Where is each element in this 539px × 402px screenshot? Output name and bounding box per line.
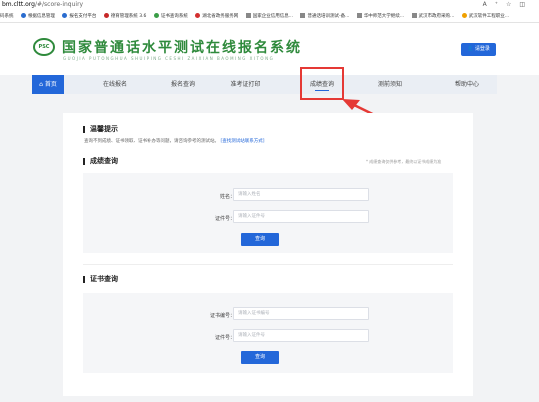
bookmark-item[interactable]: 普通话培训测试-备... [300, 10, 349, 22]
bookmark-item[interactable]: 根据信息管理 [20, 10, 55, 22]
cert-query-title: 证书查询 [83, 276, 118, 283]
tips-text: 查询不到成绩、证书领取、证书补办等问题，请咨询参考的测试站。 [查找测试站联系方… [84, 139, 265, 144]
bookmark-icon [153, 13, 159, 18]
cert-number-input[interactable]: 请输入证书编号 [233, 307, 369, 320]
nav-item-registration-query[interactable]: 报名查询 [158, 75, 208, 94]
bookmark-icon [103, 13, 109, 18]
address-bar[interactable]: bm.cltt.org/#/score-inquiry A⁺☆◫ [0, 0, 539, 10]
bookmark-icon [20, 13, 26, 18]
bookmark-icon [245, 13, 251, 18]
nav-item-home[interactable]: ⌂ 首页 [32, 75, 64, 94]
cert-id-label: 证件号： [214, 335, 235, 341]
id-number-input[interactable]: 请输入证件号 [233, 210, 369, 223]
bookmark-icon [300, 13, 306, 18]
score-query-button[interactable]: 查询 [241, 233, 279, 246]
login-button[interactable]: 👤 请登录 [461, 43, 496, 56]
score-query-title: 成绩查询 [83, 158, 118, 165]
bookmark-icon [356, 13, 362, 18]
name-label: 姓名： [219, 194, 235, 200]
name-input[interactable]: 请输入姓名 [233, 188, 369, 201]
tips-title: 温馨提示 [83, 126, 118, 133]
bookmarks-bar: 码系统 根据信息管理 报名支付平台 德育管理系统 3.6 证书查询系统 湖北省政… [0, 10, 539, 23]
section-divider [83, 264, 453, 265]
cert-query-form: 证书编号： 请输入证书编号 证件号： 请输入证件号 查询 [83, 293, 453, 373]
nav-item-online-registration[interactable]: 在线报名 [90, 75, 140, 94]
bookmark-item[interactable]: 武汉软件工程职业... [461, 10, 509, 22]
cert-query-button[interactable]: 查询 [241, 351, 279, 364]
browser-controls: A⁺☆◫ [482, 1, 533, 8]
nav-item-pre-test-notice[interactable]: 测前须知 [365, 75, 415, 94]
bookmark-item[interactable]: 国家企业信用信息... [245, 10, 293, 22]
bookmark-item[interactable]: 德育管理系统 3.6 [103, 10, 146, 22]
site-subtitle: GUOJIA PUTONGHUA SHUIPING CESHI ZAIXIAN … [63, 56, 275, 61]
cert-id-input[interactable]: 请输入证件号 [233, 329, 369, 342]
annotation-highlight-box [300, 67, 344, 100]
bookmark-item[interactable]: 报名支付平台 [62, 10, 96, 22]
url-host: bm.cltt.org [2, 1, 35, 8]
main-nav: ⌂ 首页 在线报名 报名查询 准考证打印 成绩查询 测前须知 帮助中心 [32, 75, 497, 94]
score-query-form: 姓名： 请输入姓名 证件号： 请输入证件号 查询 [83, 173, 453, 253]
bookmark-icon [461, 13, 467, 18]
bookmark-item[interactable]: 码系统 [0, 10, 14, 22]
site-header: PSC 国家普通话水平测试在线报名系统 GUOJIA PUTONGHUA SHU… [0, 23, 539, 75]
bookmark-item[interactable]: 华中师范大学继续... [356, 10, 404, 22]
url-path: /#/score-inquiry [34, 1, 84, 8]
bookmark-icon [62, 13, 68, 18]
nav-item-help-center[interactable]: 帮助中心 [442, 75, 492, 94]
cert-number-label: 证书编号： [209, 313, 235, 319]
psc-logo: PSC [33, 38, 55, 56]
bookmark-item[interactable]: 湖北省政务服务网 [195, 10, 238, 22]
bookmark-item[interactable]: 证书查询系统 [153, 10, 188, 22]
find-test-station-link[interactable]: [查找测试站联系方式] [220, 139, 264, 144]
home-icon: ⌂ [39, 81, 43, 88]
user-icon: 👤 [467, 46, 474, 52]
bookmark-icon [195, 13, 201, 18]
main-content-card: 温馨提示 查询不到成绩、证书领取、证书补办等问题，请咨询参考的测试站。 [查找测… [63, 113, 473, 396]
site-title: 国家普通话水平测试在线报名系统 [62, 40, 302, 56]
nav-item-admission-ticket[interactable]: 准考证打印 [218, 75, 273, 94]
bookmark-icon [411, 13, 417, 18]
bookmark-item[interactable]: 武汉市政府采购... [411, 10, 454, 22]
score-query-note: * 成绩查询仅供参考，最终以证书成绩为准 [366, 159, 442, 164]
id-number-label: 证件号： [214, 216, 235, 222]
